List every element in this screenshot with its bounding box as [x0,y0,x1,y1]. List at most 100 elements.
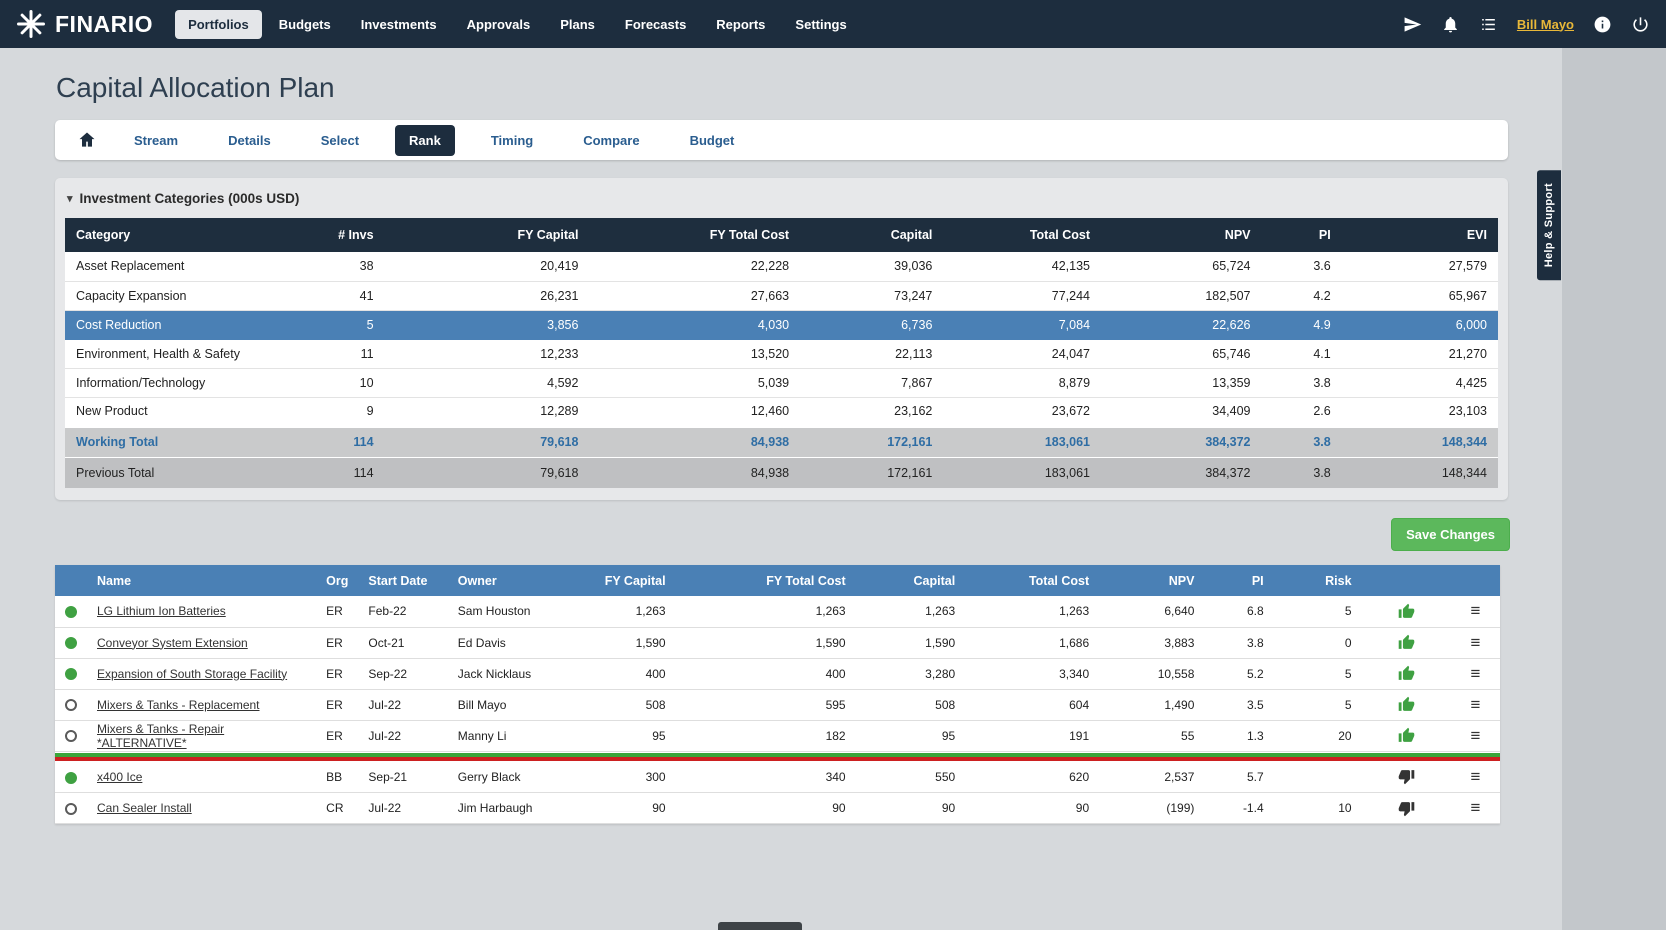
status-dot[interactable] [65,803,77,815]
cell-npv: 34,409 [1101,397,1261,426]
category-row[interactable]: Information/Technology 10 4,592 5,039 7,… [65,368,1498,397]
tab[interactable]: Details [214,125,285,156]
nav-item[interactable]: Budgets [266,10,344,39]
risk-cell: 5 [1274,596,1362,627]
fy-total-cost-cell: 1,590 [676,627,856,658]
status-dot[interactable] [65,730,77,742]
list-icon[interactable] [1479,15,1498,34]
start-date-cell: Sep-22 [358,658,447,689]
cell-capital: 7,867 [800,368,943,397]
investment-link[interactable]: Expansion of South Storage Facility [97,667,287,681]
row-menu-icon[interactable]: ≡ [1470,767,1480,786]
investment-link[interactable]: x400 Ice [97,770,142,784]
nav-item[interactable]: Forecasts [612,10,699,39]
vote-cell[interactable] [1362,689,1451,720]
category-row[interactable]: Asset Replacement 38 20,419 22,228 39,03… [65,252,1498,281]
help-support-tab[interactable]: Help & Support [1537,170,1561,280]
tab[interactable]: Budget [676,125,749,156]
tab[interactable]: Stream [120,125,192,156]
status-dot[interactable] [65,606,77,618]
row-menu-icon[interactable]: ≡ [1470,601,1480,620]
cell-category: Information/Technology [65,368,320,397]
vote-cell[interactable] [1362,596,1451,627]
nav-item[interactable]: Reports [703,10,778,39]
vote-cell[interactable] [1362,762,1451,793]
row-menu-icon[interactable]: ≡ [1470,695,1480,714]
cell-evi: 148,344 [1342,426,1498,457]
status-dot[interactable] [65,637,77,649]
thumbs-down-icon [1398,800,1415,817]
send-icon[interactable] [1403,15,1422,34]
name-cell: Can Sealer Install [87,793,316,824]
tab[interactable]: Compare [569,125,653,156]
cell-category: Previous Total [65,457,320,488]
name-cell: Mixers & Tanks - Repair *ALTERNATIVE* [87,720,316,751]
category-row[interactable]: Cost Reduction 5 3,856 4,030 6,736 7,084… [65,310,1498,339]
vote-cell[interactable] [1362,658,1451,689]
power-icon[interactable] [1631,15,1650,34]
main-nav: Portfolios Budgets Investments Approvals… [175,10,860,39]
start-date-cell: Jul-22 [358,793,447,824]
start-date-cell: Jul-22 [358,720,447,751]
header-status [55,565,87,596]
investment-link[interactable]: Mixers & Tanks - Repair *ALTERNATIVE* [97,722,224,750]
finario-logo[interactable]: FINARIO [16,9,153,39]
nav-item[interactable]: Settings [782,10,859,39]
cell-total-cost: 42,135 [943,252,1101,281]
notifications-bell-icon[interactable] [1441,15,1460,34]
panel-title[interactable]: ▾ Investment Categories (000s USD) [65,178,1498,218]
org-cell: ER [316,658,358,689]
risk-cell: 0 [1274,627,1362,658]
tab[interactable]: Timing [477,125,547,156]
user-link[interactable]: Bill Mayo [1517,17,1574,32]
npv-cell: 6,640 [1099,596,1204,627]
help-support-label: Help & Support [1543,183,1555,267]
vote-cell[interactable] [1362,627,1451,658]
nav-item[interactable]: Portfolios [175,10,262,39]
tab[interactable]: Rank [395,125,455,156]
status-cell [55,596,87,627]
row-menu-icon[interactable]: ≡ [1470,726,1480,745]
npv-cell: 1,490 [1099,689,1204,720]
investment-link[interactable]: LG Lithium Ion Batteries [97,604,226,618]
vote-cell[interactable] [1362,793,1451,824]
menu-cell: ≡ [1451,793,1500,824]
nav-item[interactable]: Investments [348,10,450,39]
navbar-actions: Bill Mayo [1403,15,1650,34]
investment-link[interactable]: Can Sealer Install [97,801,192,815]
capital-cell: 95 [856,720,966,751]
investment-link[interactable]: Mixers & Tanks - Replacement [97,698,260,712]
cell-evi: 65,967 [1342,281,1498,310]
org-cell: ER [316,627,358,658]
total-cost-cell: 191 [965,720,1099,751]
home-icon[interactable] [65,130,109,150]
category-row[interactable]: New Product 9 12,289 12,460 23,162 23,67… [65,397,1498,426]
cell-fy-capital: 79,618 [385,426,590,457]
save-changes-button[interactable]: Save Changes [1391,518,1510,551]
category-row[interactable]: Environment, Health & Safety 11 12,233 1… [65,339,1498,368]
header-npv: NPV [1101,218,1261,252]
tab[interactable]: Select [307,125,373,156]
cell-invs: 9 [320,397,384,426]
nav-item[interactable]: Plans [547,10,608,39]
row-menu-icon[interactable]: ≡ [1470,664,1480,683]
collapse-icon[interactable]: ▾ [67,192,73,205]
info-icon[interactable] [1593,15,1612,34]
cell-invs: 114 [320,426,384,457]
category-row[interactable]: Capacity Expansion 41 26,231 27,663 73,2… [65,281,1498,310]
status-dot[interactable] [65,668,77,680]
investment-link[interactable]: Conveyor System Extension [97,636,248,650]
capital-cell: 508 [856,689,966,720]
header-fy-capital: FY Capital [563,565,675,596]
cell-category: New Product [65,397,320,426]
cell-fy-capital: 4,592 [385,368,590,397]
header-npv: NPV [1099,565,1204,596]
row-menu-icon[interactable]: ≡ [1470,633,1480,652]
status-dot[interactable] [65,772,77,784]
status-dot[interactable] [65,699,77,711]
thumbs-up-icon [1398,634,1415,651]
nav-item[interactable]: Approvals [454,10,544,39]
row-menu-icon[interactable]: ≡ [1470,798,1480,817]
vote-cell[interactable] [1362,720,1451,751]
status-cell [55,762,87,793]
